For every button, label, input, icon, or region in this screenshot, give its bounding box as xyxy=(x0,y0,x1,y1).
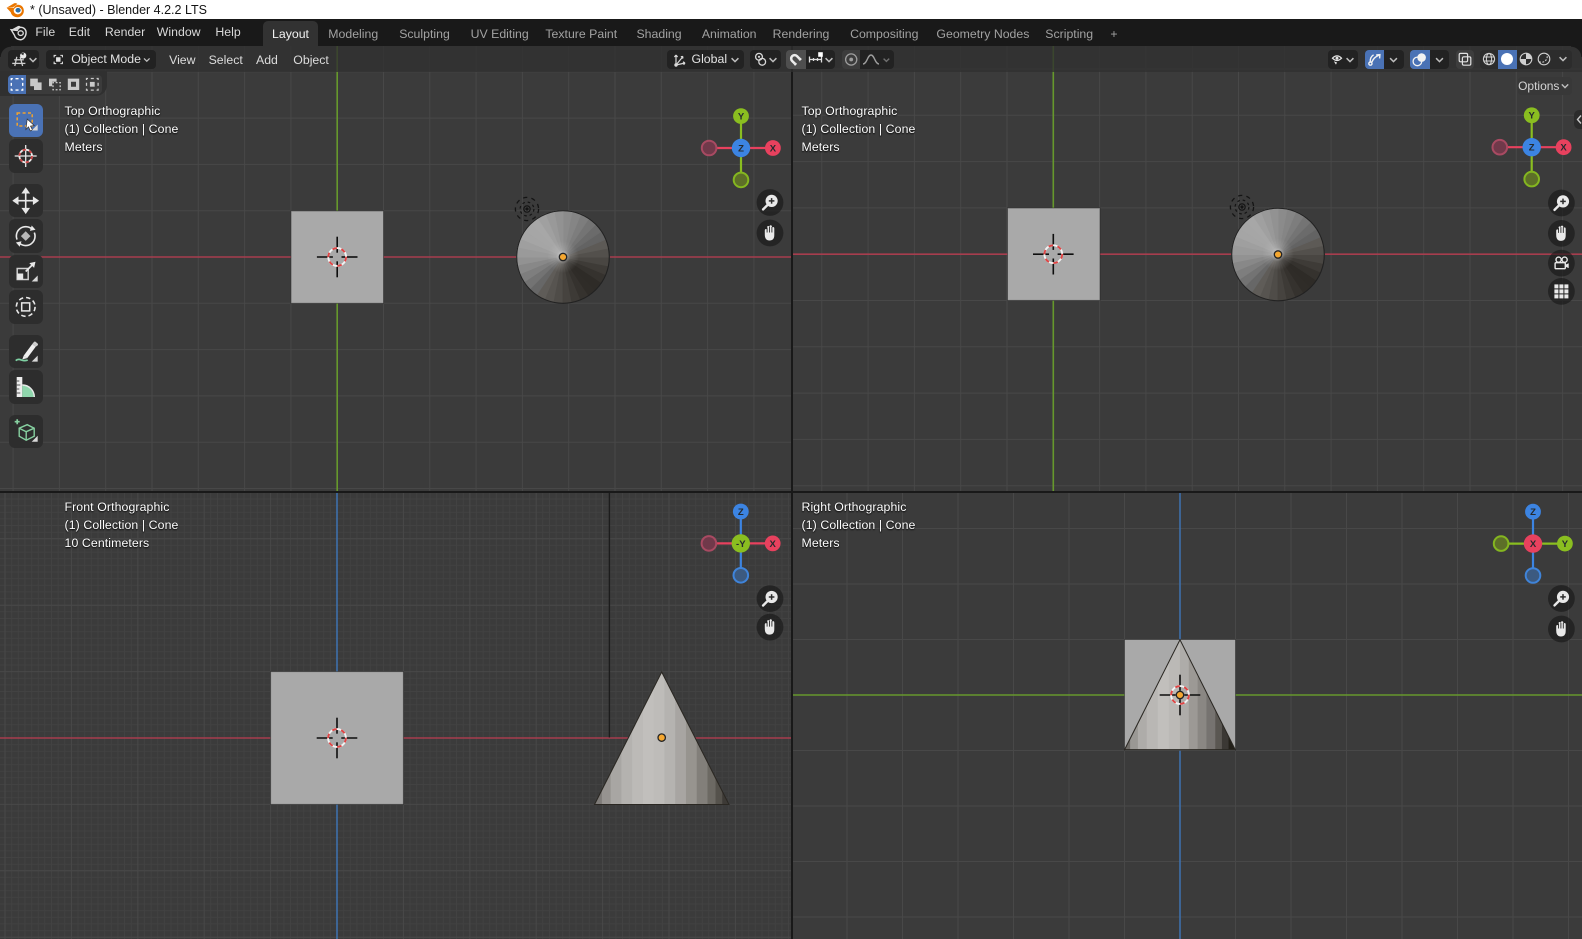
svg-text:-Y: -Y xyxy=(736,539,746,550)
svg-text:X: X xyxy=(770,539,777,550)
svg-text:Z: Z xyxy=(738,143,744,154)
svg-text:Z: Z xyxy=(1529,143,1535,154)
svg-text:Y: Y xyxy=(1562,539,1569,550)
svg-text:Z: Z xyxy=(1530,507,1536,518)
svg-text:X: X xyxy=(1530,539,1537,550)
svg-text:Z: Z xyxy=(738,507,744,518)
svg-text:Y: Y xyxy=(738,112,745,123)
svg-text:Y: Y xyxy=(1529,111,1536,122)
svg-text:X: X xyxy=(770,143,777,154)
svg-text:X: X xyxy=(1560,143,1567,154)
